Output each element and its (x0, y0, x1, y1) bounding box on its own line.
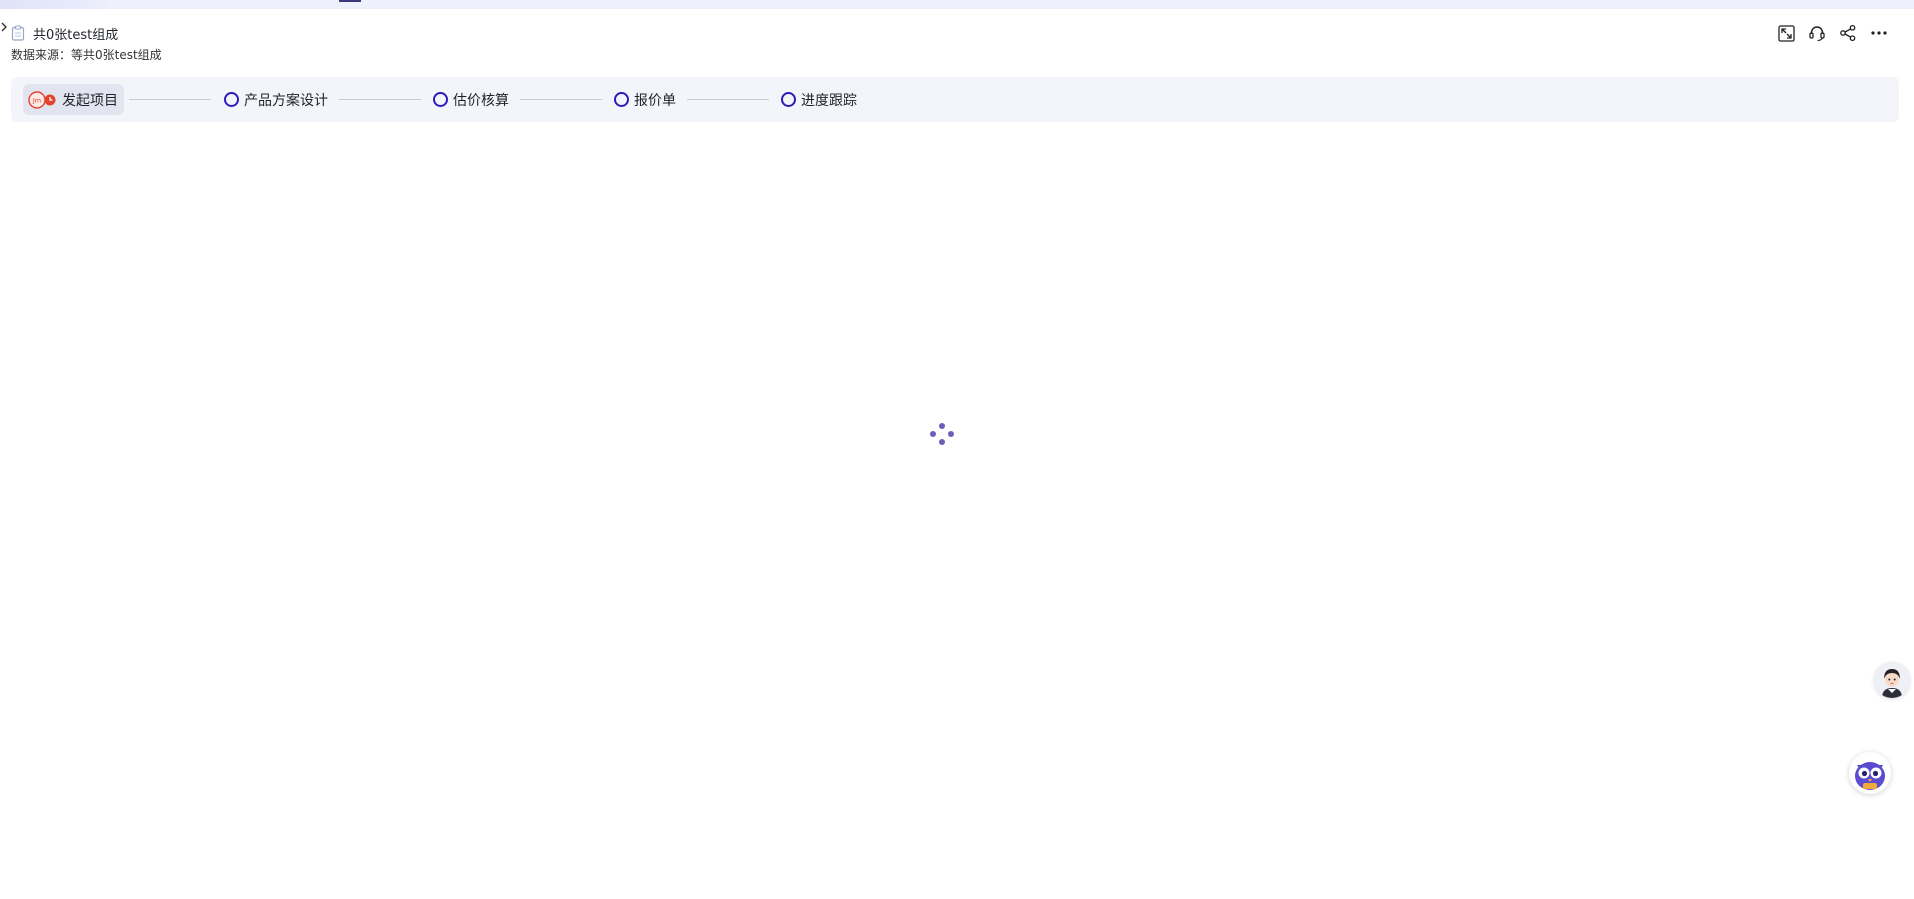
assistant-avatar-icon[interactable] (1874, 662, 1910, 698)
step-label: 产品方案设计 (244, 92, 328, 109)
step-quotation[interactable]: 报价单 (614, 77, 676, 122)
step-connector (687, 99, 769, 100)
step-progress-tracking[interactable]: 进度跟踪 (781, 77, 857, 122)
step-status-circle-icon (433, 92, 448, 107)
step-connector (129, 99, 211, 100)
step-status-circle-icon (781, 92, 796, 107)
fullscreen-icon[interactable] (1777, 24, 1795, 42)
process-step-bar: Jm 发起项目 产品方案设计 估价核算 报价单 进度跟踪 (11, 77, 1899, 122)
page: 共0张test组成 数据来源：等共0张test组成 Jm 发起项目 产品方案设计… (0, 0, 1914, 899)
launch-project-icon: Jm (27, 90, 57, 110)
chevron-right-icon[interactable] (0, 20, 10, 34)
page-title-row: 共0张test组成 (11, 24, 119, 43)
more-icon[interactable] (1870, 24, 1888, 42)
top-tab-indicator (339, 0, 361, 2)
step-status-circle-icon (224, 92, 239, 107)
document-icon (11, 25, 25, 41)
step-label: 估价核算 (453, 92, 509, 109)
step-label: 进度跟踪 (801, 92, 857, 109)
step-launch-project[interactable]: Jm 发起项目 (23, 84, 124, 115)
svg-text:Jm: Jm (32, 96, 41, 104)
top-tab-active-area[interactable] (0, 0, 110, 9)
step-status-circle-icon (614, 92, 629, 107)
step-label: 报价单 (634, 92, 676, 109)
header-actions (1777, 24, 1888, 42)
headset-icon[interactable] (1808, 24, 1826, 42)
step-label: 发起项目 (62, 92, 118, 109)
owl-assistant-icon[interactable] (1849, 752, 1891, 794)
step-connector (339, 99, 421, 100)
data-source-text: 数据来源：等共0张test组成 (11, 48, 162, 62)
loading-spinner-icon (930, 423, 954, 447)
share-icon[interactable] (1839, 24, 1857, 42)
step-product-design[interactable]: 产品方案设计 (224, 77, 328, 122)
page-title: 共0张test组成 (33, 27, 119, 43)
step-cost-estimation[interactable]: 估价核算 (433, 77, 509, 122)
top-tab-strip (0, 0, 1914, 9)
step-connector (520, 99, 602, 100)
